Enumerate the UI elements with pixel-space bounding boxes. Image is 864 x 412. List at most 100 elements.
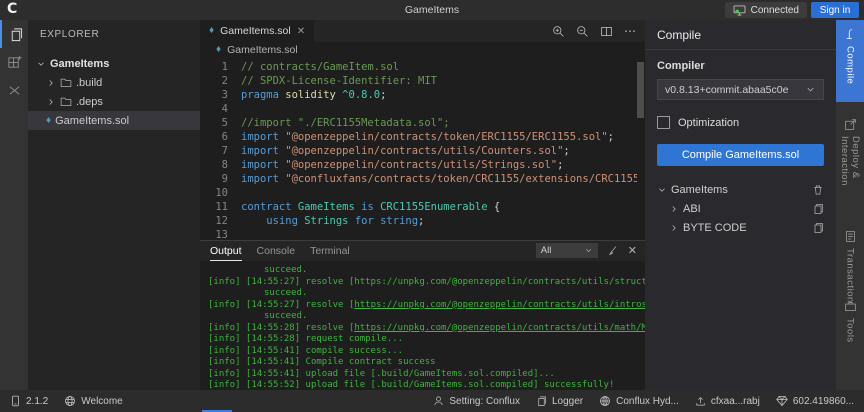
log-line: succeed. bbox=[208, 311, 637, 323]
tab-close-icon[interactable]: ✕ bbox=[297, 26, 305, 37]
right-tab-compile[interactable]: Compile bbox=[836, 20, 864, 102]
wallet-address-button[interactable]: cfxaa...rabj bbox=[695, 395, 760, 407]
zoom-in-icon[interactable] bbox=[552, 25, 565, 38]
zoom-out-icon[interactable] bbox=[576, 25, 589, 38]
welcome-button[interactable]: Welcome bbox=[64, 395, 123, 407]
code-line[interactable]: 3pragma solidity ^0.8.0; bbox=[200, 88, 637, 102]
setting-conflux-button[interactable]: Setting: Conflux bbox=[433, 395, 520, 407]
version-indicator[interactable]: 2.1.2 bbox=[10, 395, 48, 407]
explorer-panel: EXPLORER GameItems .build .deps ♦ GameIt… bbox=[28, 20, 200, 390]
compile-button-label: Compile GameItems.sol bbox=[682, 149, 799, 161]
code-line[interactable]: 8import "@openzeppelin/contracts/utils/S… bbox=[200, 158, 637, 172]
code-line[interactable]: 6import "@openzeppelin/contracts/token/E… bbox=[200, 130, 637, 144]
tab-terminal[interactable]: Terminal bbox=[310, 241, 350, 261]
project-title: GameItems bbox=[405, 4, 459, 16]
right-tab-deploy[interactable]: Deploy & Interaction bbox=[836, 110, 864, 216]
connected-button[interactable]: Connected bbox=[725, 2, 807, 18]
status-bar: 2.1.2 Welcome Setting: Conflux Logger Co… bbox=[0, 390, 864, 412]
code-line[interactable]: 1// contracts/GameItem.sol bbox=[200, 60, 637, 74]
log-text: [info] [14:55:28] resolve [ bbox=[208, 323, 354, 333]
tree-item-deps[interactable]: .deps bbox=[28, 92, 200, 111]
log-filter-dropdown[interactable]: All bbox=[536, 243, 598, 258]
log-text: [info] [14:55:28] request compile... bbox=[208, 334, 403, 344]
more-actions-icon[interactable]: ⋯ bbox=[624, 24, 637, 38]
solidity-file-icon: ♦ bbox=[209, 26, 214, 36]
files-activity-button[interactable] bbox=[0, 20, 28, 48]
compile-panel-body: Compiler v0.8.13+commit.abaa5c0e Optimiz… bbox=[645, 50, 836, 247]
log-line: [info] [14:55:41] Compile contract succe… bbox=[208, 357, 637, 369]
chevron-right-icon bbox=[46, 78, 56, 88]
code-line[interactable]: 10 bbox=[200, 186, 637, 200]
clear-output-icon[interactable] bbox=[607, 245, 619, 257]
editor-actions: ⋯ bbox=[552, 20, 637, 42]
log-line: [info] [14:55:41] compile success... bbox=[208, 346, 637, 358]
top-bar: C GameItems Connected Sign in bbox=[0, 0, 864, 20]
line-number: 1 bbox=[200, 60, 228, 74]
log-text: [info] [14:55:41] upload file [.build/Ga… bbox=[208, 369, 555, 379]
result-root-gameitems[interactable]: GameItems bbox=[657, 180, 824, 199]
tab-output[interactable]: Output bbox=[210, 241, 242, 261]
version-label: 2.1.2 bbox=[26, 396, 48, 407]
right-tab-transaction[interactable]: Transaction bbox=[836, 222, 864, 286]
result-item-abi[interactable]: ABI bbox=[657, 199, 824, 218]
log-link[interactable]: https://unpkg.com/@openzeppelin/contract… bbox=[354, 300, 645, 310]
editor-scrollbar[interactable] bbox=[637, 62, 644, 118]
breadcrumb[interactable]: ♦ GameItems.sol bbox=[200, 42, 645, 58]
compiler-label: Compiler bbox=[657, 60, 824, 72]
balance-indicator[interactable]: 602.419860... bbox=[776, 395, 854, 407]
tab-console[interactable]: Console bbox=[257, 241, 296, 261]
code-line[interactable]: 9import "@confluxfans/contracts/token/CR… bbox=[200, 172, 637, 186]
sign-in-label: Sign in bbox=[820, 5, 851, 16]
line-number: 13 bbox=[200, 228, 228, 240]
compiler-version-value: v0.8.13+commit.abaa5c0e bbox=[665, 84, 788, 96]
code-line[interactable]: 5//import "./ERC1155Metadata.sol"; bbox=[200, 116, 637, 130]
tree-item-build[interactable]: .build bbox=[28, 73, 200, 92]
copy-bytecode-icon[interactable] bbox=[812, 222, 824, 234]
network-button[interactable]: Conflux Hyd... bbox=[599, 395, 679, 407]
line-number: 12 bbox=[200, 214, 228, 228]
log-line: [info] [14:55:28] resolve [https://unpkg… bbox=[208, 323, 637, 335]
close-panel-activity-button[interactable] bbox=[0, 76, 28, 104]
plugins-activity-button[interactable] bbox=[0, 48, 28, 76]
optimization-option[interactable]: Optimization bbox=[657, 116, 824, 129]
code-line[interactable]: 13 bbox=[200, 228, 637, 240]
log-output[interactable]: succeed.[info] [14:55:27] resolve [https… bbox=[200, 261, 645, 389]
tab-gameitems-sol[interactable]: ♦ GameItems.sol ✕ bbox=[200, 20, 314, 42]
copy-abi-icon[interactable] bbox=[812, 203, 824, 215]
chevron-down-icon bbox=[584, 246, 593, 255]
chevron-down-icon bbox=[36, 59, 46, 69]
line-number: 6 bbox=[200, 130, 228, 144]
log-line: succeed. bbox=[208, 265, 637, 277]
network-label: Conflux Hyd... bbox=[616, 396, 679, 407]
tree-root-gameitems[interactable]: GameItems bbox=[28, 54, 200, 73]
result-item-bytecode[interactable]: BYTE CODE bbox=[657, 218, 824, 237]
log-line: [info] [14:55:28] request compile... bbox=[208, 334, 637, 346]
compiler-version-dropdown[interactable]: v0.8.13+commit.abaa5c0e bbox=[657, 79, 824, 100]
delete-result-icon[interactable] bbox=[812, 184, 824, 196]
right-tab-label: Tools bbox=[845, 318, 856, 343]
optimization-checkbox[interactable] bbox=[657, 116, 670, 129]
log-text: [info] [14:55:27] resolve [ bbox=[208, 300, 354, 310]
code-line[interactable]: 2// SPDX-License-Identifier: MIT bbox=[200, 74, 637, 88]
sign-in-button[interactable]: Sign in bbox=[811, 2, 859, 18]
log-text: [info] [14:55:41] compile success... bbox=[208, 346, 403, 356]
logger-button[interactable]: Logger bbox=[536, 395, 583, 407]
log-text: succeed. bbox=[264, 311, 307, 321]
split-editor-icon[interactable] bbox=[600, 25, 613, 38]
close-panel-icon[interactable]: ✕ bbox=[628, 244, 637, 257]
right-tab-label: Compile bbox=[845, 46, 856, 84]
code-line[interactable]: 4 bbox=[200, 102, 637, 116]
chevron-down-icon bbox=[805, 84, 816, 95]
editor-tab-bar: ♦ GameItems.sol ✕ ⋯ bbox=[200, 20, 645, 42]
tree-item-gameitems-sol[interactable]: ♦ GameItems.sol bbox=[28, 111, 200, 130]
breadcrumb-label: GameItems.sol bbox=[227, 44, 298, 56]
upload-icon bbox=[695, 395, 706, 407]
code-line[interactable]: 11contract GameItems is CRC1155Enumerabl… bbox=[200, 200, 637, 214]
code-editor[interactable]: 1// contracts/GameItem.sol2// SPDX-Licen… bbox=[200, 58, 637, 240]
file-tree: GameItems .build .deps ♦ GameItems.sol bbox=[28, 54, 200, 130]
log-link[interactable]: https://unpkg.com/@openzeppelin/contract… bbox=[354, 323, 645, 333]
code-line[interactable]: 12 using Strings for string; bbox=[200, 214, 637, 228]
compile-button[interactable]: Compile GameItems.sol bbox=[657, 144, 824, 166]
version-box-icon bbox=[10, 395, 21, 407]
code-line[interactable]: 7import "@openzeppelin/contracts/utils/C… bbox=[200, 144, 637, 158]
